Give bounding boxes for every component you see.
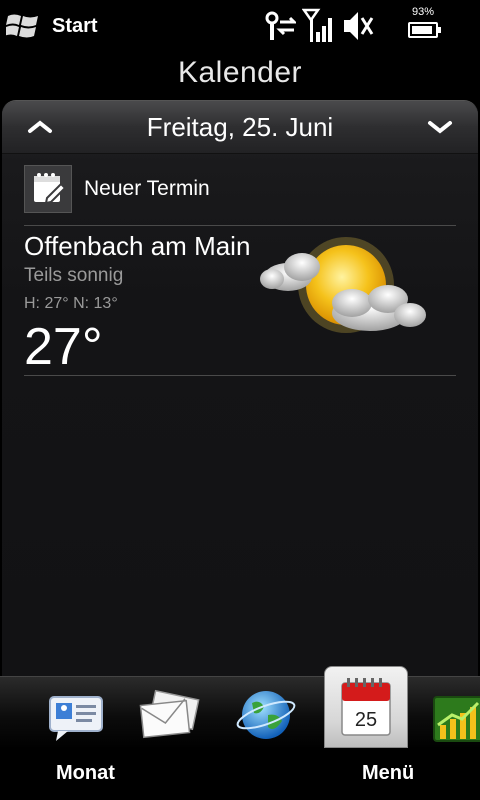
speaker-muted-icon: [344, 12, 374, 40]
notepad-pen-icon: [24, 165, 72, 213]
chevron-down-icon: [428, 121, 452, 134]
date-label: Freitag, 25. Juni: [146, 112, 334, 142]
previous-day-button[interactable]: [20, 111, 60, 143]
envelopes-icon: [139, 689, 200, 739]
softkey-right-menu[interactable]: Menü: [362, 762, 414, 785]
softkey-bar: Monat Menü: [0, 748, 480, 800]
weather-temperature: 27°: [24, 318, 103, 376]
tab-bar: [0, 676, 480, 749]
partly-sunny-icon: [260, 237, 426, 333]
weather-high-low: H: 27° N: 13°: [24, 295, 118, 312]
weather-condition: Teils sonnig: [24, 265, 124, 286]
tab-internet[interactable]: [234, 685, 298, 745]
date-header: Freitag, 25. Juni: [2, 101, 478, 154]
battery-icon: [408, 22, 441, 38]
status-bar: Start 93%: [0, 0, 480, 52]
start-label: Start: [52, 14, 98, 37]
divider: [24, 375, 456, 376]
windows-flag-icon: [6, 14, 38, 38]
battery-level: [412, 26, 433, 34]
divider: [24, 225, 456, 226]
signal-strength-icon: [302, 8, 332, 42]
calendar-panel: Freitag, 25. Juni Neuer Termin Offenbach…: [2, 100, 478, 676]
battery-percent: 93%: [411, 6, 434, 18]
chevron-up-icon: [28, 120, 52, 133]
calendar-icon: [341, 678, 391, 736]
tab-mail[interactable]: [138, 685, 202, 745]
page-title: Kalender: [177, 56, 303, 89]
globe-icon: [236, 691, 296, 739]
data-sync-icon: [265, 11, 296, 40]
calendar-day-number: 25: [354, 709, 378, 731]
tab-contacts[interactable]: [44, 685, 108, 745]
start-button[interactable]: Start: [6, 8, 98, 44]
new-appointment-label: Neuer Termin: [84, 177, 210, 200]
contact-card-icon: [49, 696, 103, 741]
next-day-button[interactable]: [420, 111, 460, 143]
stocks-chart-icon: [433, 696, 480, 742]
weather-widget[interactable]: Offenbach am Main Teils sonnig H: 27° N:…: [24, 227, 456, 377]
weather-city: Offenbach am Main: [24, 231, 251, 261]
tab-calendar[interactable]: 25: [324, 666, 408, 748]
new-appointment-button[interactable]: Neuer Termin: [24, 163, 456, 215]
tab-stocks[interactable]: [432, 685, 480, 745]
softkey-left-month[interactable]: Monat: [56, 762, 115, 785]
status-icons: 93%: [260, 0, 480, 52]
